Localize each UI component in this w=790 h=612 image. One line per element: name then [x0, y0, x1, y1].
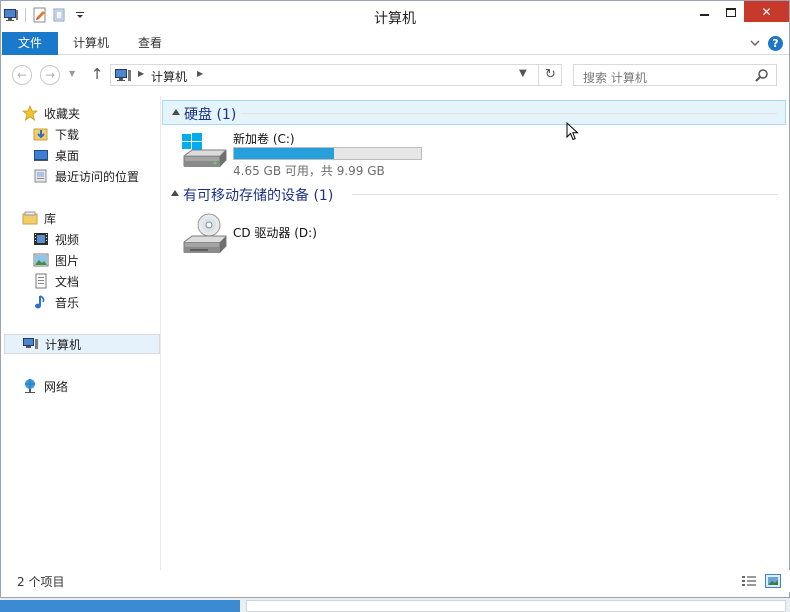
network-icon [22, 378, 38, 394]
recent-places-icon [33, 168, 49, 184]
computer-icon [23, 336, 39, 352]
sidebar-item-label: 视频 [55, 232, 80, 247]
group-divider [241, 113, 777, 114]
drive-name: CD 驱动器 (D:) [233, 226, 317, 240]
sidebar-item-libraries[interactable]: 库 [2, 208, 160, 228]
sidebar-item-label: 音乐 [55, 295, 80, 310]
group-divider [352, 194, 778, 195]
forward-arrow-icon: → [44, 68, 56, 82]
window-title: 计算机 [374, 11, 416, 27]
recent-locations-dropdown-icon[interactable]: ▼ [69, 69, 75, 78]
expand-ribbon-chevron-icon[interactable] [749, 37, 761, 49]
sidebar-item-pictures[interactable]: 图片 [2, 250, 160, 270]
sidebar-item-label: 桌面 [55, 148, 80, 163]
up-button[interactable]: ↑ [89, 65, 105, 83]
refresh-icon: ↻ [545, 67, 556, 82]
sidebar-item-label: 收藏夹 [44, 106, 81, 121]
library-icon [22, 210, 38, 226]
status-bar: 2 个项目 [2, 570, 790, 592]
search-placeholder: 搜索 计算机 [583, 71, 647, 85]
drive-free-space: 4.65 GB 可用，共 9.99 GB [233, 164, 385, 178]
collapse-group-icon[interactable] [171, 190, 179, 196]
explorer-window: 计算机 ✕ 文件 计算机 查看 ? ← → ▼ ↑ ▶ 计算机 ▶ ▼ ↻ 搜索… [0, 0, 790, 598]
maximize-icon [726, 7, 736, 17]
documents-icon [33, 273, 49, 289]
hard-drive-icon [180, 130, 230, 176]
sidebar-item-label: 图片 [55, 253, 80, 268]
refresh-button[interactable]: ↻ [538, 65, 562, 85]
maximize-button[interactable] [718, 1, 744, 23]
minimize-icon [699, 14, 709, 16]
sidebar-item-computer[interactable]: 计算机 [4, 334, 160, 354]
sidebar-item-label: 文档 [55, 274, 80, 289]
search-box[interactable]: 搜索 计算机 [573, 64, 777, 86]
tab-file[interactable]: 文件 [2, 32, 58, 55]
taskbar-active-region [0, 600, 240, 612]
breadcrumb-computer[interactable]: 计算机 [151, 68, 187, 85]
sidebar-item-videos[interactable]: 视频 [2, 229, 160, 249]
sidebar-item-label: 网络 [44, 379, 69, 394]
ribbon-tabs: 文件 计算机 查看 ? [1, 32, 789, 55]
music-icon [33, 294, 49, 310]
group-title: 硬盘 (1) [184, 107, 237, 123]
minimize-button[interactable] [690, 1, 718, 23]
taskbar-strip [0, 598, 790, 612]
details-view-icon[interactable] [741, 574, 757, 588]
sidebar-item-label: 下载 [55, 127, 80, 142]
sidebar-item-downloads[interactable]: 下载 [2, 124, 160, 144]
item-count: 2 个项目 [17, 575, 65, 589]
cd-drive-icon [180, 212, 230, 258]
sidebar-item-desktop[interactable]: 桌面 [2, 145, 160, 165]
storage-usage-fill [234, 148, 335, 159]
sidebar-item-documents[interactable]: 文档 [2, 271, 160, 291]
navigation-bar: ← → ▼ ↑ ▶ 计算机 ▶ ▼ ↻ 搜索 计算机 [1, 56, 789, 94]
tab-view[interactable]: 查看 [123, 32, 177, 55]
tab-computer[interactable]: 计算机 [63, 32, 119, 55]
sidebar-item-label: 计算机 [45, 337, 82, 352]
collapse-group-icon[interactable] [172, 109, 180, 115]
sidebar-item-recent-places[interactable]: 最近访问的位置 [2, 166, 160, 186]
group-header-hard-disks[interactable]: 硬盘 (1) [162, 100, 786, 125]
group-title: 有可移动存储的设备 (1) [183, 188, 334, 204]
downloads-icon [33, 126, 49, 142]
forward-button[interactable]: → [40, 65, 60, 85]
star-icon [21, 104, 39, 121]
drive-name: 新加卷 (C:) [233, 132, 295, 146]
content-pane: 硬盘 (1) 新加卷 (C:) 4.65 GB 可用，共 9.99 GB 有可移… [162, 96, 788, 570]
back-arrow-icon: ← [16, 68, 28, 82]
help-icon[interactable]: ? [768, 36, 783, 51]
back-button[interactable]: ← [12, 65, 32, 85]
sidebar-item-label: 库 [44, 211, 57, 226]
taskbar-region [246, 600, 786, 612]
sidebar-item-favorites[interactable]: 收藏夹 [2, 103, 160, 123]
breadcrumb-separator-icon[interactable]: ▶ [138, 69, 144, 78]
address-dropdown-icon[interactable]: ▼ [519, 68, 527, 79]
up-arrow-icon: ↑ [90, 65, 104, 83]
close-button[interactable]: ✕ [744, 1, 789, 22]
desktop-icon [33, 147, 49, 163]
sidebar-item-label: 最近访问的位置 [55, 169, 140, 184]
mouse-cursor-icon [566, 121, 580, 142]
sidebar-item-network[interactable]: 网络 [2, 376, 160, 396]
video-icon [33, 231, 49, 247]
group-header-removable-storage[interactable]: 有可移动存储的设备 (1) [162, 182, 786, 207]
address-bar[interactable]: ▶ 计算机 ▶ ▼ ↻ [110, 64, 562, 86]
pictures-icon [33, 252, 49, 268]
navigation-pane: 收藏夹 下载 桌面 最近访问的位置 库 视频 图片 文档 音乐 计算机 网络 [2, 96, 161, 570]
search-icon[interactable] [755, 68, 769, 82]
computer-icon [115, 68, 133, 82]
sidebar-item-music[interactable]: 音乐 [2, 292, 160, 312]
title-bar: 计算机 ✕ [1, 1, 789, 32]
drive-d[interactable]: CD 驱动器 (D:) [180, 210, 460, 260]
storage-usage-bar [233, 147, 422, 160]
breadcrumb-separator-icon[interactable]: ▶ [197, 69, 203, 78]
large-icons-view-icon[interactable] [765, 574, 781, 588]
close-icon: ✕ [761, 4, 772, 19]
drive-c[interactable]: 新加卷 (C:) 4.65 GB 可用，共 9.99 GB [180, 128, 460, 178]
